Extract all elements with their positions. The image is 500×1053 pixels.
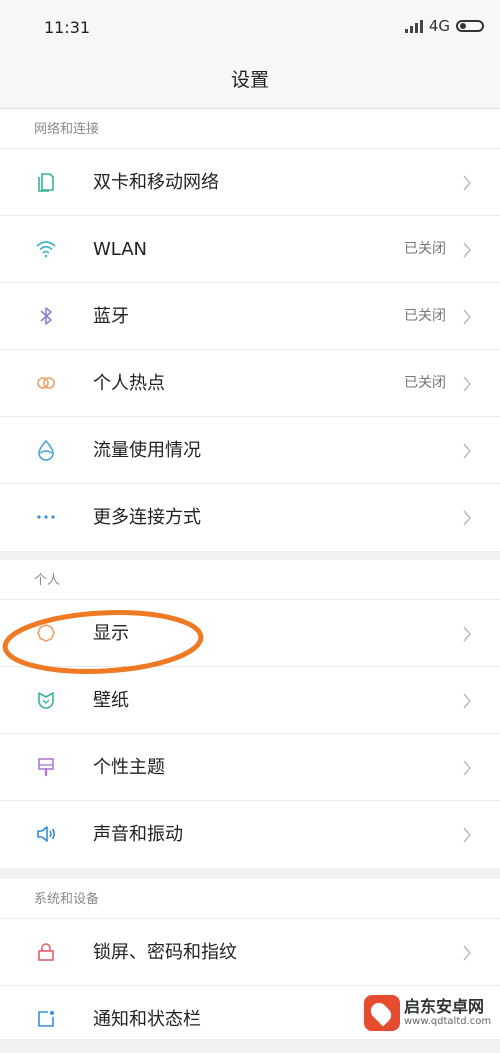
settings-item-more-connections[interactable]: 更多连接方式 [0,484,500,551]
settings-item-lockscreen[interactable]: 锁屏、密码和指纹 [0,919,500,986]
item-status: 已关闭 [404,241,446,257]
sound-icon [37,826,56,842]
watermark-title: 启东安卓网 [404,997,485,1016]
settings-item-sound[interactable]: 声音和振动 [0,801,500,868]
wallpaper-icon [38,692,54,709]
chevron-right-icon [463,175,471,191]
annotation-circle [2,610,204,674]
item-status: 已关闭 [404,308,446,324]
settings-item-wallpaper[interactable]: 壁纸 [0,667,500,734]
chevron-right-icon [463,510,471,526]
watermark-url: www.qdtaltd.com [404,1016,492,1027]
hotspot-icon [37,377,55,389]
status-time: 11:31 [44,18,91,37]
item-label: WLAN [93,239,148,260]
battery-icon [456,20,484,32]
network-type: 4G [428,17,450,35]
item-status: 已关闭 [404,375,446,391]
section-header: 网络和连接 [0,109,500,149]
chevron-right-icon [463,945,471,961]
settings-item-data-usage[interactable]: 流量使用情况 [0,417,500,484]
item-label: 更多连接方式 [93,507,201,528]
signal-icon [404,19,423,33]
chevron-right-icon [463,827,471,843]
data-usage-icon [38,439,54,461]
wifi-icon [36,241,56,258]
notification-icon [38,1011,54,1027]
status-indicators: 4G [404,17,484,35]
chevron-right-icon [463,309,471,325]
bluetooth-icon [40,307,52,325]
page-title: 设置 [0,58,500,109]
watermark-text: 启东安卓网 www.qdtaltd.com [404,998,491,1028]
chevron-right-icon [463,626,471,642]
settings-item-hotspot[interactable]: 个人热点 已关闭 [0,350,500,417]
item-label: 双卡和移动网络 [93,172,219,193]
item-label: 通知和状态栏 [93,1009,201,1030]
item-label: 壁纸 [93,690,129,711]
item-label: 声音和振动 [93,824,183,845]
settings-item-dual-sim[interactable]: 双卡和移动网络 [0,149,500,216]
item-label: 蓝牙 [93,306,129,327]
status-bar: 11:31 4G [0,0,500,58]
watermark: 启东安卓网 www.qdtaltd.com [364,993,494,1033]
settings-item-theme[interactable]: 个性主题 [0,734,500,801]
settings-item-bluetooth[interactable]: 蓝牙 已关闭 [0,283,500,350]
watermark-logo-icon [364,995,400,1031]
more-dots-icon [37,515,55,519]
chevron-right-icon [463,443,471,459]
chevron-right-icon [463,693,471,709]
section-network: 网络和连接 双卡和移动网络 WLAN 已关闭 蓝牙 已关闭 个人热点 已关闭 流… [0,109,500,551]
item-label: 个性主题 [93,757,165,778]
sim-card-icon [38,173,54,192]
item-label: 流量使用情况 [93,440,201,461]
section-header: 系统和设备 [0,879,500,919]
chevron-right-icon [463,376,471,392]
chevron-right-icon [463,242,471,258]
chevron-right-icon [463,760,471,776]
item-label: 锁屏、密码和指纹 [93,942,237,963]
lock-icon [38,943,54,961]
section-header: 个人 [0,560,500,600]
theme-icon [38,758,54,777]
settings-item-wlan[interactable]: WLAN 已关闭 [0,216,500,283]
item-label: 个人热点 [93,373,165,394]
